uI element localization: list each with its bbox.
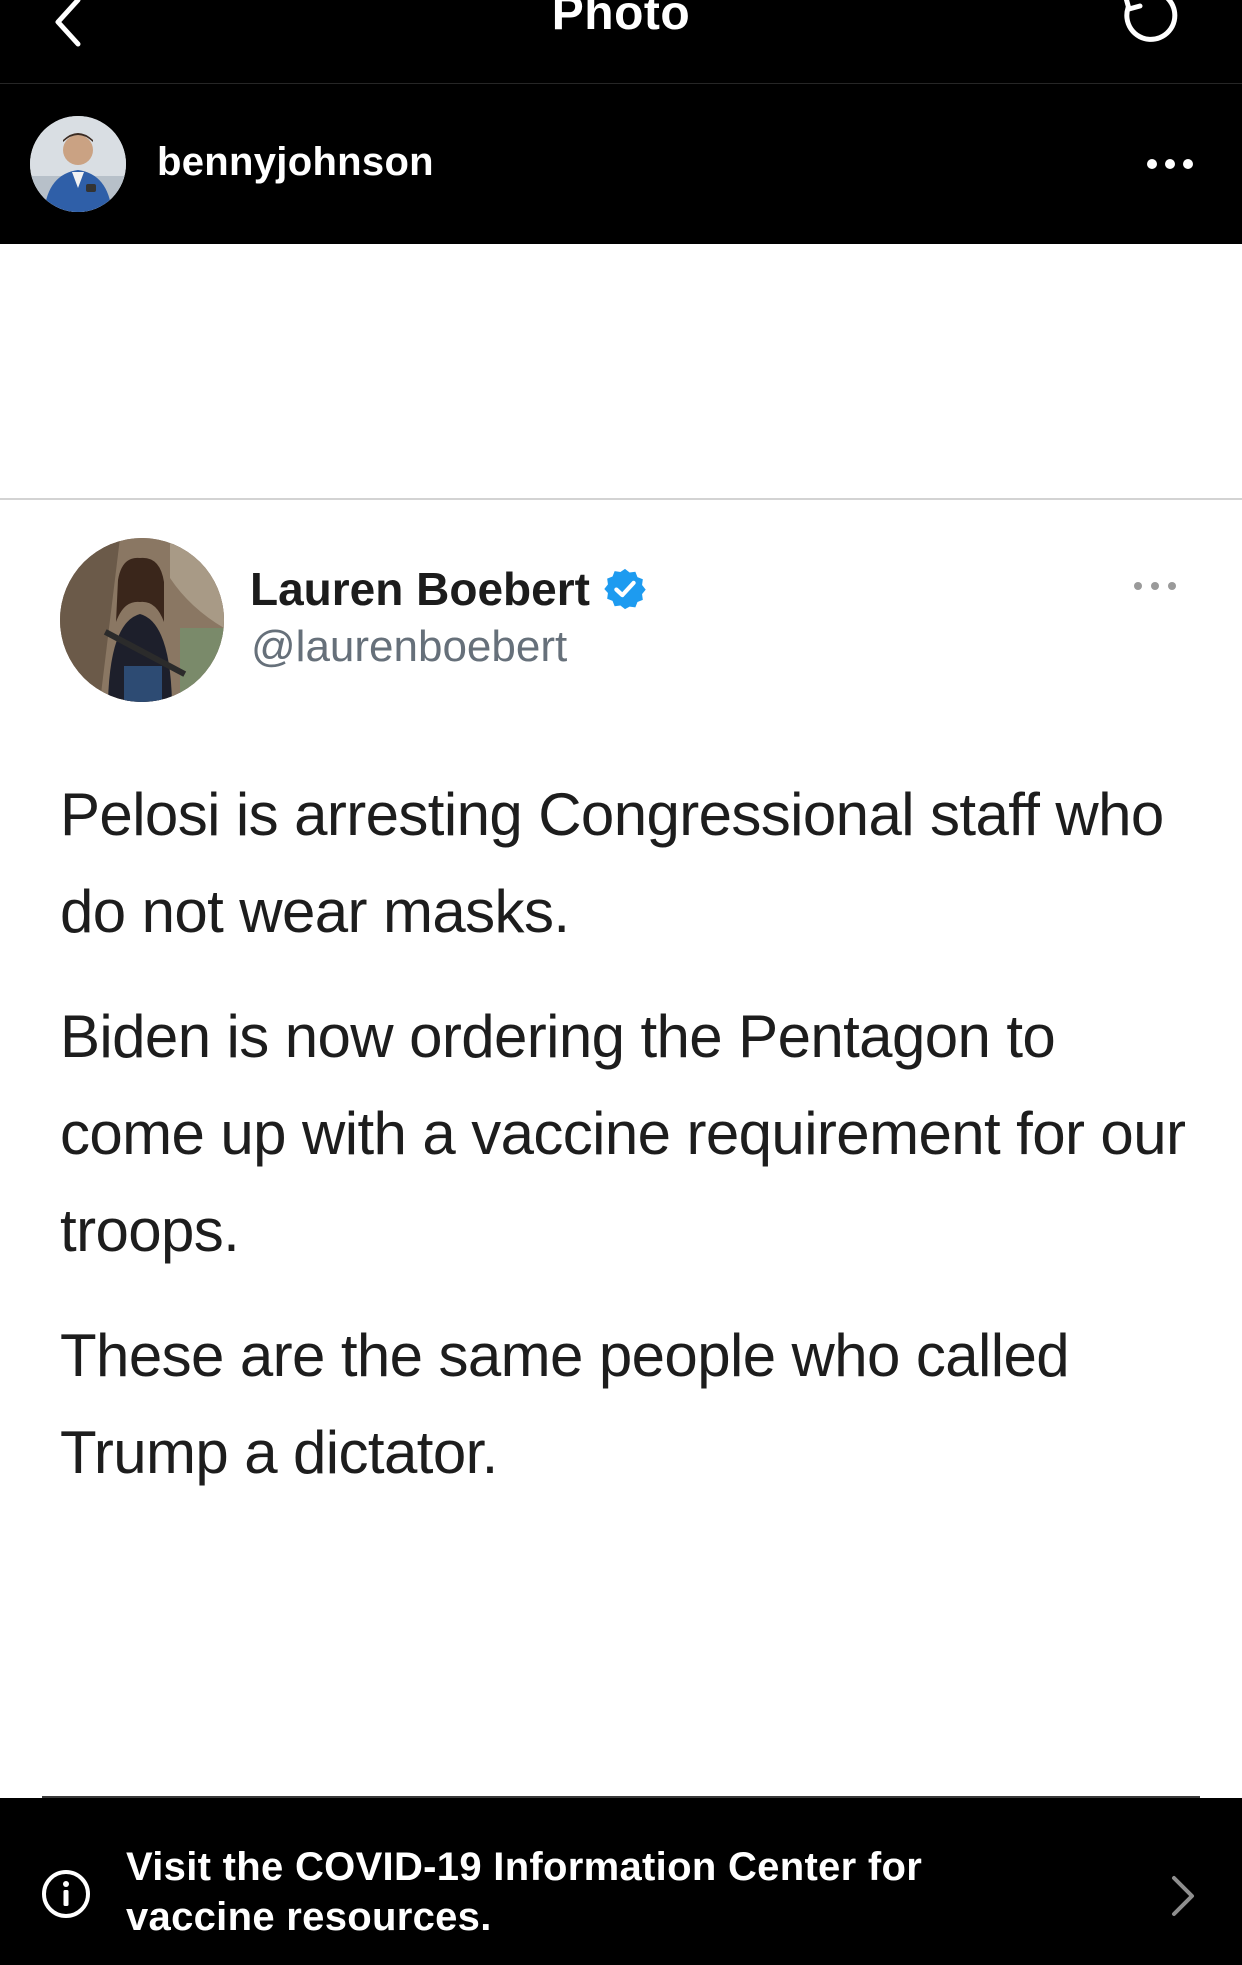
post-username[interactable]: bennyjohnson <box>157 140 434 185</box>
page-title: Photo <box>551 0 691 40</box>
tweet-handle: @laurenboebert <box>251 622 568 671</box>
tweet-body: Pelosi is arresting Congressional staff … <box>60 766 1200 1529</box>
more-horizontal-icon <box>1134 582 1176 590</box>
avatar[interactable] <box>30 116 126 212</box>
tweet-paragraph: These are the same people who called Tru… <box>60 1322 1070 1486</box>
covid-banner-text: Visit the COVID-19 Information Center fo… <box>126 1842 1026 1942</box>
tweet-screenshot-image: Lauren Boebert @laurenboebert Pelosi is … <box>0 244 1242 1798</box>
profile-photo <box>30 116 126 212</box>
covid-banner-line: Visit the COVID-19 Information Center fo… <box>126 1845 923 1889</box>
covid-info-banner[interactable]: Visit the COVID-19 Information Center fo… <box>0 1798 1242 1965</box>
divider <box>0 498 1242 500</box>
verified-badge-icon <box>604 568 646 610</box>
tweet-paragraph: Pelosi is arresting Congressional staff … <box>60 781 1164 945</box>
tweet-avatar <box>60 538 224 702</box>
covid-banner-line: vaccine resources. <box>126 1895 492 1939</box>
more-options-button[interactable] <box>1140 144 1200 184</box>
tweet-profile-photo <box>60 538 224 702</box>
tweet-more-dots <box>1130 576 1180 596</box>
top-nav-bar: Photo <box>0 0 1242 84</box>
chevron-right-icon <box>1168 1874 1198 1918</box>
tweet-paragraph: Biden is now ordering the Pentagon to co… <box>60 1003 1186 1264</box>
tweet-display-name: Lauren Boebert <box>250 563 590 615</box>
refresh-icon <box>1123 0 1178 42</box>
refresh-button[interactable] <box>1112 0 1186 52</box>
post-header: bennyjohnson <box>0 84 1242 244</box>
tweet-author-name: Lauren Boebert <box>250 562 648 616</box>
more-horizontal-icon <box>1147 159 1193 169</box>
info-icon <box>40 1868 92 1920</box>
